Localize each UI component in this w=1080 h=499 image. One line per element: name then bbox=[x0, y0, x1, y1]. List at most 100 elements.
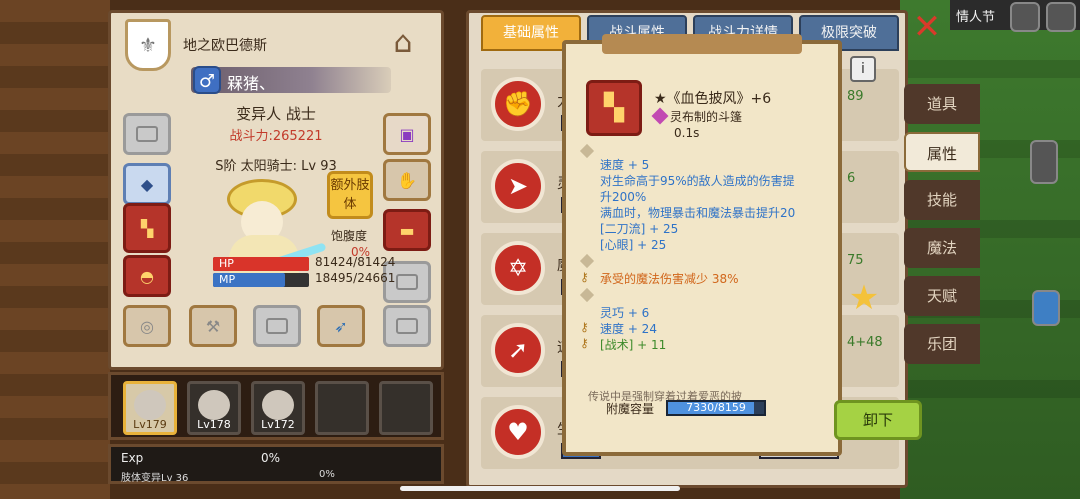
menu-items[interactable]: 道具 bbox=[904, 84, 980, 124]
close-icon[interactable]: ✕ bbox=[912, 10, 942, 44]
belt-icon: ▬ bbox=[399, 220, 415, 240]
hp-value: 81424/81424 bbox=[315, 255, 396, 269]
item-stat-line: 对生命高于95%的敌人造成的伤害提 bbox=[600, 174, 795, 188]
guild-emblem-icon[interactable]: ⚜ bbox=[125, 19, 171, 71]
menu-talent[interactable]: 天赋 bbox=[904, 276, 980, 316]
item-tactics-line: [战术] + 11 bbox=[600, 338, 667, 352]
strength-icon: ✊ bbox=[491, 77, 545, 131]
party-member-slot[interactable]: Lv179 bbox=[123, 381, 177, 435]
favorite-star-icon[interactable]: ★ bbox=[846, 278, 882, 318]
mutation-level-value: 0% bbox=[319, 469, 335, 480]
equip-slot-gloves[interactable]: ✋ bbox=[383, 159, 431, 201]
item-stat-line: 升200% bbox=[600, 190, 647, 204]
item-tooltip: ▚ ★《血色披风》+6 灵布制的斗篷 0.1s 速度 + 5 对生命高于95%的… bbox=[562, 34, 842, 456]
equip-slot-hammer[interactable]: ⚒ bbox=[189, 305, 237, 347]
player-name-bar bbox=[191, 67, 391, 93]
item-stat-line: [二刀流] + 25 bbox=[600, 222, 679, 236]
item-stat-line: [心眼] + 25 bbox=[600, 238, 667, 252]
party-member-slot[interactable] bbox=[379, 381, 433, 435]
hp-label: HP bbox=[219, 257, 234, 270]
vitality-icon: ♥ bbox=[491, 405, 545, 459]
equip-slot-amulet[interactable]: ◆ bbox=[123, 163, 171, 205]
fish-weapon-icon: ➶ bbox=[334, 316, 348, 336]
character-panel: ⚜ 地之欧巴德斯 ⌂ ♂ 槑猪、 变异人 战士 战斗力:265221 S阶 太阳… bbox=[108, 10, 444, 370]
party-member-level: Lv179 bbox=[133, 418, 167, 431]
blood-cloak-icon: ▚ bbox=[586, 80, 642, 136]
male-gender-icon: ♂ bbox=[193, 66, 221, 94]
item-stat-line: 灵巧 + 6 bbox=[600, 306, 650, 320]
equip-slot-fish-weapon[interactable]: ➶ bbox=[317, 305, 365, 347]
enchant-capacity-bar: 7330/8159 bbox=[666, 400, 766, 416]
home-indicator[interactable] bbox=[400, 486, 680, 491]
mutation-level-label: 肢体变异Lv 36 bbox=[121, 473, 189, 484]
item-time: 0.1s bbox=[674, 126, 700, 140]
hp-bar: HP bbox=[213, 257, 309, 271]
equip-slot-empty[interactable] bbox=[123, 113, 171, 155]
info-icon[interactable]: i bbox=[850, 56, 876, 82]
globe-icon[interactable] bbox=[1010, 2, 1040, 32]
agility-icon: ➤ bbox=[491, 159, 545, 213]
player-name: 槑猪、 bbox=[227, 74, 276, 93]
equip-slot-ring[interactable]: ◎ bbox=[123, 305, 171, 347]
menu-attributes[interactable]: 属性 bbox=[904, 132, 980, 172]
potion-icon[interactable] bbox=[1032, 290, 1060, 326]
attribute-bonus-value: 6 bbox=[847, 171, 856, 186]
party-member-avatar bbox=[262, 390, 294, 420]
gloves-icon: ✋ bbox=[397, 170, 417, 190]
party-member-slot[interactable]: Lv178 bbox=[187, 381, 241, 435]
cloak-icon: ▚ bbox=[140, 218, 154, 238]
exp-value: 0% bbox=[261, 451, 281, 465]
exp-label: Exp bbox=[121, 451, 144, 465]
equip-slot-cloak[interactable]: ▚ bbox=[123, 203, 171, 253]
equip-slot-empty-3[interactable] bbox=[253, 305, 301, 347]
item-name: ★《血色披风》+6 bbox=[654, 91, 772, 107]
key-icon: ⚷ bbox=[580, 336, 589, 350]
party-member-avatar bbox=[198, 390, 230, 420]
equip-slot-bag[interactable]: ▣ bbox=[383, 113, 431, 155]
attribute-bonus-value: 4+48 bbox=[847, 335, 883, 350]
party-member-slot[interactable]: Lv172 bbox=[251, 381, 305, 435]
party-member-level: Lv172 bbox=[261, 418, 295, 431]
party-member-avatar bbox=[134, 390, 166, 420]
equip-slot-helmet[interactable]: ◓ bbox=[123, 255, 171, 297]
photo-icon[interactable] bbox=[1046, 2, 1076, 32]
magic-icon: ✡ bbox=[491, 241, 545, 295]
party-row: Lv179 Lv178 Lv172 bbox=[108, 372, 444, 440]
item-resist-line: 承受的魔法伤害减少 38% bbox=[600, 272, 739, 286]
amulet-icon: ◆ bbox=[140, 174, 154, 194]
item-stat-line: 速度 + 24 bbox=[600, 322, 657, 336]
scene-left-floor bbox=[0, 0, 110, 499]
mp-bar: MP bbox=[213, 273, 309, 287]
menu-skills[interactable]: 技能 bbox=[904, 180, 980, 220]
character-header: ⚜ 地之欧巴德斯 ⌂ bbox=[111, 13, 441, 73]
enchant-capacity-value: 7330/8159 bbox=[686, 401, 746, 414]
hammer-icon: ⚒ bbox=[205, 316, 221, 336]
attribute-bonus-value: 75 bbox=[847, 253, 864, 268]
tooltip-top-trim bbox=[602, 34, 802, 54]
exp-block: Exp 0% 肢体变异Lv 36 0% bbox=[108, 444, 444, 484]
key-icon: ⚷ bbox=[580, 320, 589, 334]
party-member-slot[interactable] bbox=[315, 381, 369, 435]
menu-magic[interactable]: 魔法 bbox=[904, 228, 980, 268]
bag-icon: ▣ bbox=[399, 124, 415, 144]
attribute-bonus-value: 89 bbox=[847, 89, 864, 104]
key-icon: ⚷ bbox=[580, 270, 589, 284]
hanger-icon[interactable]: ⌂ bbox=[379, 25, 427, 65]
helmet-icon: ◓ bbox=[140, 266, 154, 286]
menu-band[interactable]: 乐团 bbox=[904, 324, 980, 364]
enchant-capacity-label: 附魔容量 bbox=[606, 402, 655, 416]
ring-icon: ◎ bbox=[140, 316, 154, 336]
equip-slot-empty-4[interactable] bbox=[383, 305, 431, 347]
item-stat-line: 速度 + 5 bbox=[600, 158, 650, 172]
holiday-label: 情人节 bbox=[955, 10, 995, 25]
equip-slot-belt[interactable]: ▬ bbox=[383, 209, 431, 251]
satiety-label: 饱腹度 bbox=[331, 229, 368, 243]
mp-label: MP bbox=[219, 273, 236, 286]
phone-icon[interactable] bbox=[1030, 140, 1058, 184]
mp-value: 18495/24661 bbox=[315, 271, 396, 285]
item-type: 灵布制的斗篷 bbox=[670, 110, 743, 124]
speed-icon: ➚ bbox=[491, 323, 545, 377]
extra-body-button[interactable]: 额外肢体 bbox=[327, 171, 373, 219]
item-stat-line: 满血时，物理暴击和魔法暴击提升20 bbox=[600, 206, 796, 220]
unequip-button[interactable]: 卸下 bbox=[834, 400, 922, 440]
